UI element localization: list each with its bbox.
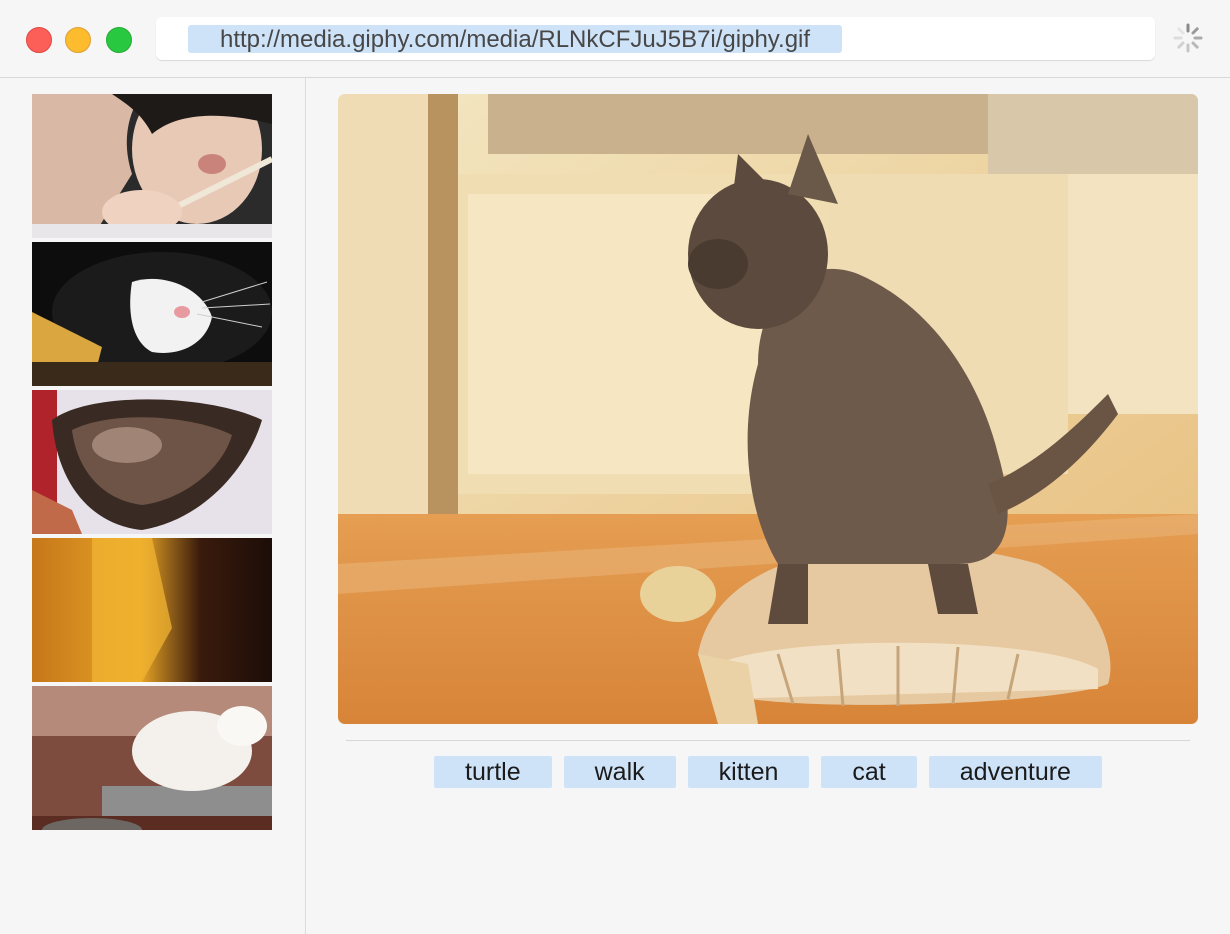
- spinner-icon: [1173, 23, 1203, 53]
- thumbnail-4[interactable]: [32, 538, 272, 682]
- thumbnail-5[interactable]: [32, 686, 272, 830]
- close-button[interactable]: [26, 27, 52, 53]
- address-bar[interactable]: http://media.giphy.com/media/RLNkCFJuJ5B…: [156, 17, 1155, 60]
- zoom-button[interactable]: [106, 27, 132, 53]
- minimize-button[interactable]: [65, 27, 91, 53]
- tag-list: turtle walk kitten cat adventure: [346, 756, 1190, 788]
- main-gif-image[interactable]: [338, 94, 1198, 724]
- tags-divider: [346, 740, 1190, 741]
- thumbnail-2[interactable]: [32, 242, 272, 386]
- title-bar: http://media.giphy.com/media/RLNkCFJuJ5B…: [0, 0, 1230, 78]
- thumbnail-3[interactable]: [32, 390, 272, 534]
- url-text[interactable]: http://media.giphy.com/media/RLNkCFJuJ5B…: [188, 25, 843, 53]
- tag-kitten[interactable]: kitten: [687, 756, 810, 788]
- tag-walk[interactable]: walk: [563, 756, 676, 788]
- thumbnail-1[interactable]: [32, 94, 272, 238]
- tag-turtle[interactable]: turtle: [434, 756, 552, 788]
- tag-cat[interactable]: cat: [821, 756, 917, 788]
- tag-adventure[interactable]: adventure: [928, 756, 1102, 788]
